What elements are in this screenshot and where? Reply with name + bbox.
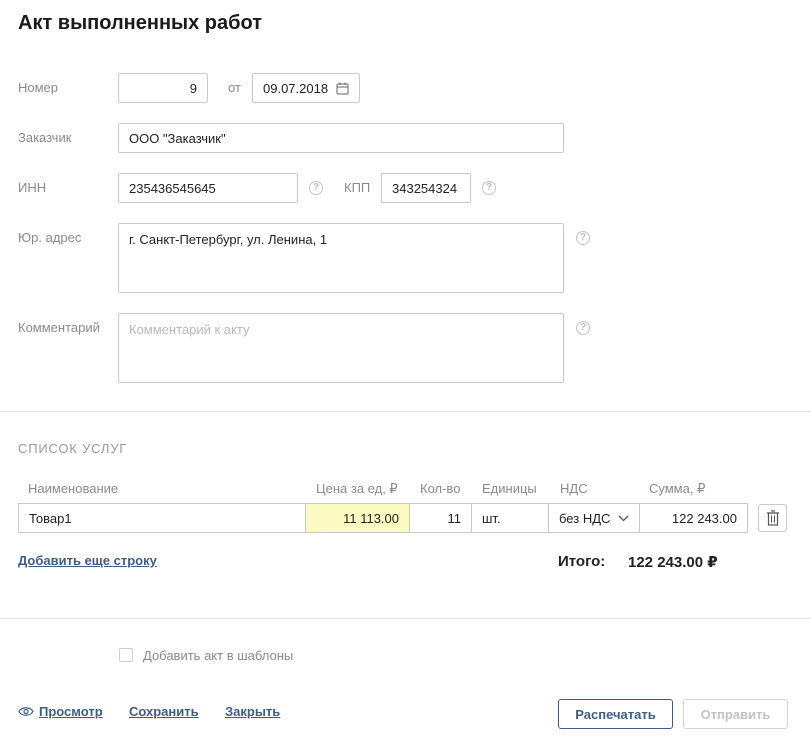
customer-label: Заказчик bbox=[18, 130, 72, 145]
date-input[interactable]: 09.07.2018 bbox=[252, 73, 360, 103]
comment-help-icon[interactable]: ? bbox=[576, 321, 590, 335]
kpp-value: 343254324 bbox=[392, 180, 458, 196]
address-help-icon[interactable]: ? bbox=[576, 231, 590, 245]
print-button[interactable]: Распечатать bbox=[558, 699, 673, 729]
inn-label: ИНН bbox=[18, 180, 47, 195]
column-header-name: Наименование bbox=[28, 481, 119, 496]
close-link[interactable]: Закрыть bbox=[225, 704, 280, 719]
template-checkbox[interactable] bbox=[119, 648, 133, 662]
calendar-icon[interactable] bbox=[336, 82, 349, 95]
date-value: 09.07.2018 bbox=[263, 80, 329, 96]
row-name-value: Товар1 bbox=[29, 510, 72, 526]
column-header-price: Цена за ед, ₽ bbox=[316, 481, 398, 496]
eye-icon bbox=[18, 707, 34, 716]
preview-link[interactable]: Просмотр bbox=[39, 704, 103, 719]
customer-input[interactable]: ООО "Заказчик" bbox=[118, 123, 564, 153]
address-textarea[interactable]: г. Санкт-Петербург, ул. Ленина, 1 bbox=[118, 223, 564, 293]
section-divider bbox=[0, 411, 811, 412]
inn-value: 235436545645 bbox=[129, 180, 216, 196]
column-header-qty: Кол-во bbox=[420, 481, 461, 496]
comment-placeholder: Комментарий к акту bbox=[129, 322, 250, 337]
row-qty-input[interactable]: 11 bbox=[409, 503, 472, 533]
total-value: 122 243.00 ₽ bbox=[628, 554, 718, 571]
date-prefix-label: от bbox=[228, 80, 241, 95]
trash-icon bbox=[766, 510, 779, 526]
total-label: Итого: bbox=[558, 553, 606, 570]
number-value: 9 bbox=[189, 80, 197, 96]
address-label: Юр. адрес bbox=[18, 230, 82, 245]
column-header-sum: Сумма, ₽ bbox=[649, 481, 706, 496]
number-label: Номер bbox=[18, 80, 59, 95]
row-vat-value: без НДС bbox=[559, 510, 611, 526]
customer-value: ООО "Заказчик" bbox=[129, 130, 226, 146]
row-unit-value: шт. bbox=[482, 510, 501, 526]
comment-textarea[interactable]: Комментарий к акту bbox=[118, 313, 564, 383]
template-checkbox-label[interactable]: Добавить акт в шаблоны bbox=[143, 648, 293, 663]
comment-label: Комментарий bbox=[18, 320, 100, 335]
column-header-unit: Единицы bbox=[482, 481, 537, 496]
kpp-help-icon[interactable]: ? bbox=[482, 181, 496, 195]
services-section-title: Список услуг bbox=[18, 441, 128, 456]
inn-input[interactable]: 235436545645 bbox=[118, 173, 298, 203]
send-button[interactable]: Отправить bbox=[683, 699, 788, 729]
row-qty-value: 11 bbox=[447, 510, 462, 526]
delete-row-button[interactable] bbox=[758, 504, 787, 532]
kpp-label: КПП bbox=[344, 180, 371, 195]
page-title: Акт выполненных работ bbox=[18, 12, 263, 34]
row-name-input[interactable]: Товар1 bbox=[18, 503, 306, 533]
footer-divider bbox=[0, 618, 811, 619]
row-sum-value: 122 243.00 bbox=[671, 510, 737, 526]
add-row-link[interactable]: Добавить еще строку bbox=[18, 553, 157, 568]
number-input[interactable]: 9 bbox=[118, 73, 208, 103]
column-header-vat: НДС bbox=[560, 481, 588, 496]
row-price-input[interactable]: 11 113.00 bbox=[305, 503, 410, 533]
kpp-input[interactable]: 343254324 bbox=[381, 173, 471, 203]
inn-help-icon[interactable]: ? bbox=[309, 181, 323, 195]
chevron-down-icon bbox=[618, 515, 629, 521]
row-unit-input[interactable]: шт. bbox=[471, 503, 549, 533]
row-vat-select[interactable]: без НДС bbox=[548, 503, 640, 533]
row-sum-input: 122 243.00 bbox=[639, 503, 748, 533]
row-price-value: 11 113.00 bbox=[343, 510, 399, 526]
save-link[interactable]: Сохранить bbox=[129, 704, 199, 719]
address-value: г. Санкт-Петербург, ул. Ленина, 1 bbox=[129, 232, 328, 247]
